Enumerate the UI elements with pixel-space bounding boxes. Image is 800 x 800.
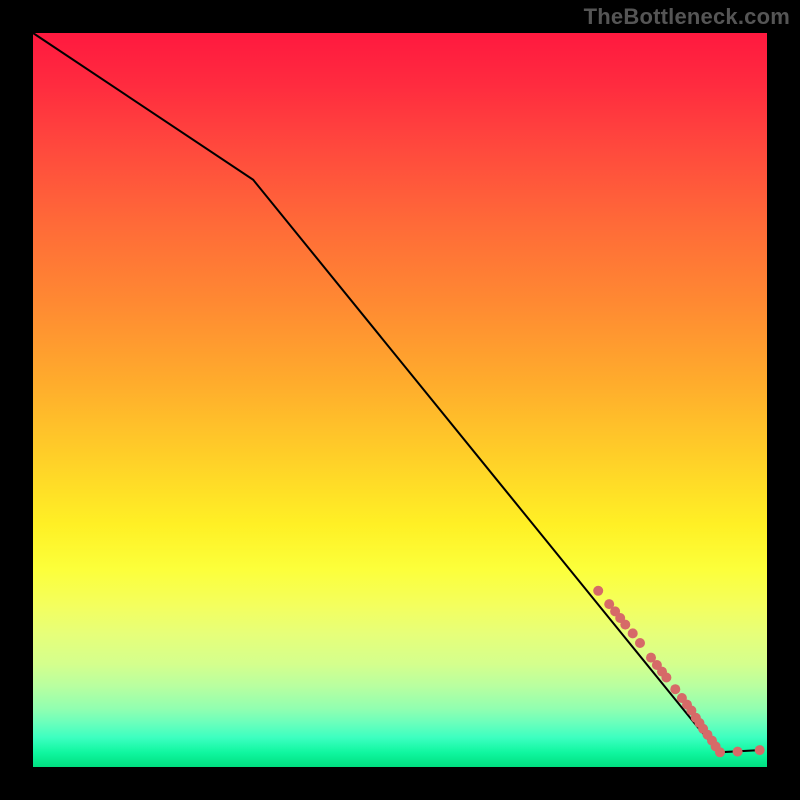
data-point xyxy=(635,638,645,648)
chart-overlay xyxy=(33,33,767,767)
data-point xyxy=(733,747,743,757)
attribution-label: TheBottleneck.com xyxy=(584,4,790,30)
data-point xyxy=(715,747,725,757)
data-point xyxy=(670,684,680,694)
data-point xyxy=(755,745,765,755)
data-point xyxy=(620,620,630,630)
data-point xyxy=(593,586,603,596)
marker-layer xyxy=(593,586,765,758)
line-series xyxy=(33,33,760,752)
data-point xyxy=(628,628,638,638)
data-point xyxy=(661,673,671,683)
chart-frame: TheBottleneck.com xyxy=(0,0,800,800)
